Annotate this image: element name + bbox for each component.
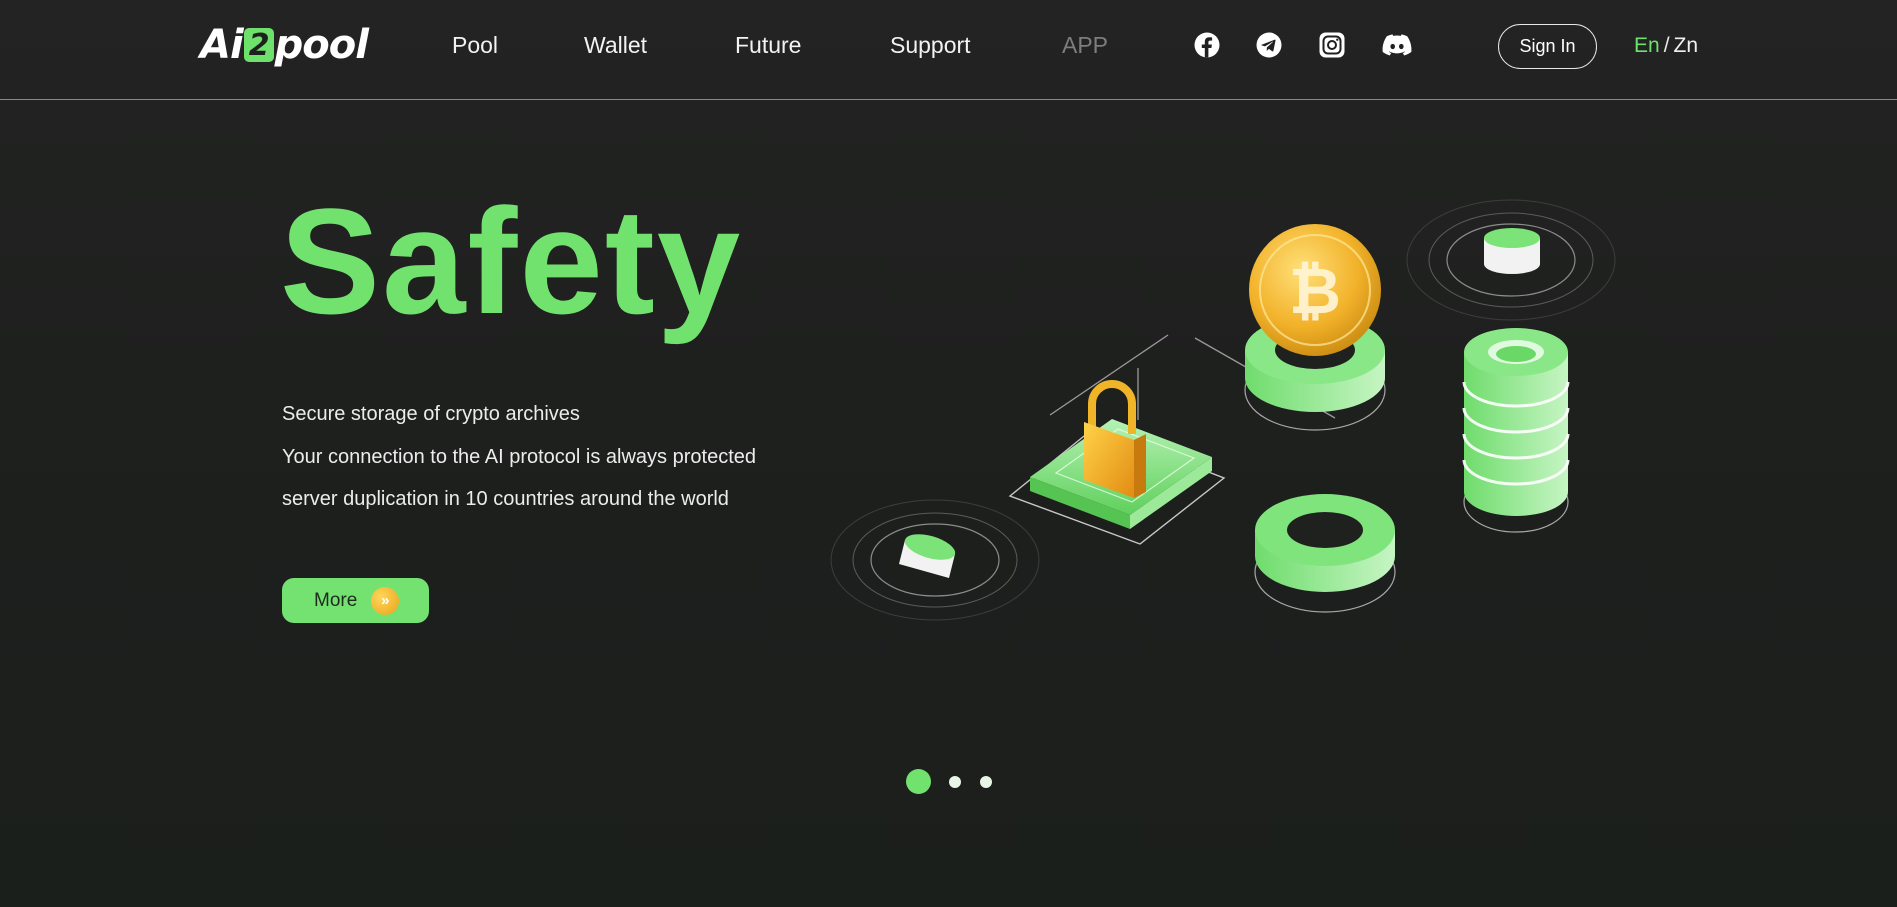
- lang-separator: /: [1663, 34, 1670, 57]
- disk-stack-node: [1462, 328, 1570, 533]
- top-right-disc-node: [1406, 199, 1616, 321]
- facebook-icon[interactable]: [1194, 32, 1220, 58]
- nav-future[interactable]: Future: [735, 32, 801, 59]
- carousel-dot-1[interactable]: [906, 769, 931, 794]
- hero-line-1: Secure storage of crypto archives: [282, 403, 580, 425]
- nav-app[interactable]: APP: [1062, 32, 1108, 59]
- carousel-pagination: [906, 769, 1011, 794]
- discord-icon[interactable]: [1382, 32, 1412, 58]
- telegram-icon[interactable]: [1256, 32, 1282, 58]
- bitcoin-coin-icon: ₿: [1249, 224, 1381, 356]
- hero-line-2: Your connection to the AI protocol is al…: [282, 446, 756, 468]
- carousel-dot-3[interactable]: [980, 775, 992, 788]
- nav-support[interactable]: Support: [890, 32, 971, 59]
- sign-in-button[interactable]: Sign In: [1498, 24, 1597, 69]
- logo-prefix: Ai: [200, 22, 244, 68]
- hero-title: Safety: [280, 177, 743, 345]
- logo-suffix: pool: [274, 22, 369, 68]
- more-button-label: More: [314, 589, 358, 611]
- left-disc-node: [830, 499, 1040, 621]
- hero-illustration: ₿: [830, 199, 1616, 621]
- instagram-icon[interactable]: [1319, 32, 1345, 58]
- nav-wallet[interactable]: Wallet: [584, 32, 647, 59]
- lang-zn[interactable]: Zn: [1674, 34, 1699, 57]
- top-nav-bar: Ai2pool Pool Wallet Future Support APP: [0, 0, 1897, 100]
- bitcoin-symbol: ₿: [1289, 255, 1341, 329]
- carousel-dot-2[interactable]: [949, 775, 961, 788]
- hero-line-3: server duplication in 10 countries aroun…: [282, 488, 729, 510]
- more-button[interactable]: More »: [282, 578, 429, 623]
- page: Ai2pool Pool Wallet Future Support APP: [0, 0, 1897, 907]
- logo-mark: 2: [243, 28, 274, 63]
- aipool-logo[interactable]: Ai 2 pool: [200, 21, 369, 69]
- language-switcher: En / Zn: [1634, 34, 1698, 58]
- double-chevron-right-icon: »: [371, 586, 400, 615]
- padlock-icon: [1084, 380, 1146, 498]
- nav-pool[interactable]: Pool: [452, 32, 498, 59]
- lang-en[interactable]: En: [1634, 34, 1660, 57]
- ring-node: [1254, 494, 1396, 613]
